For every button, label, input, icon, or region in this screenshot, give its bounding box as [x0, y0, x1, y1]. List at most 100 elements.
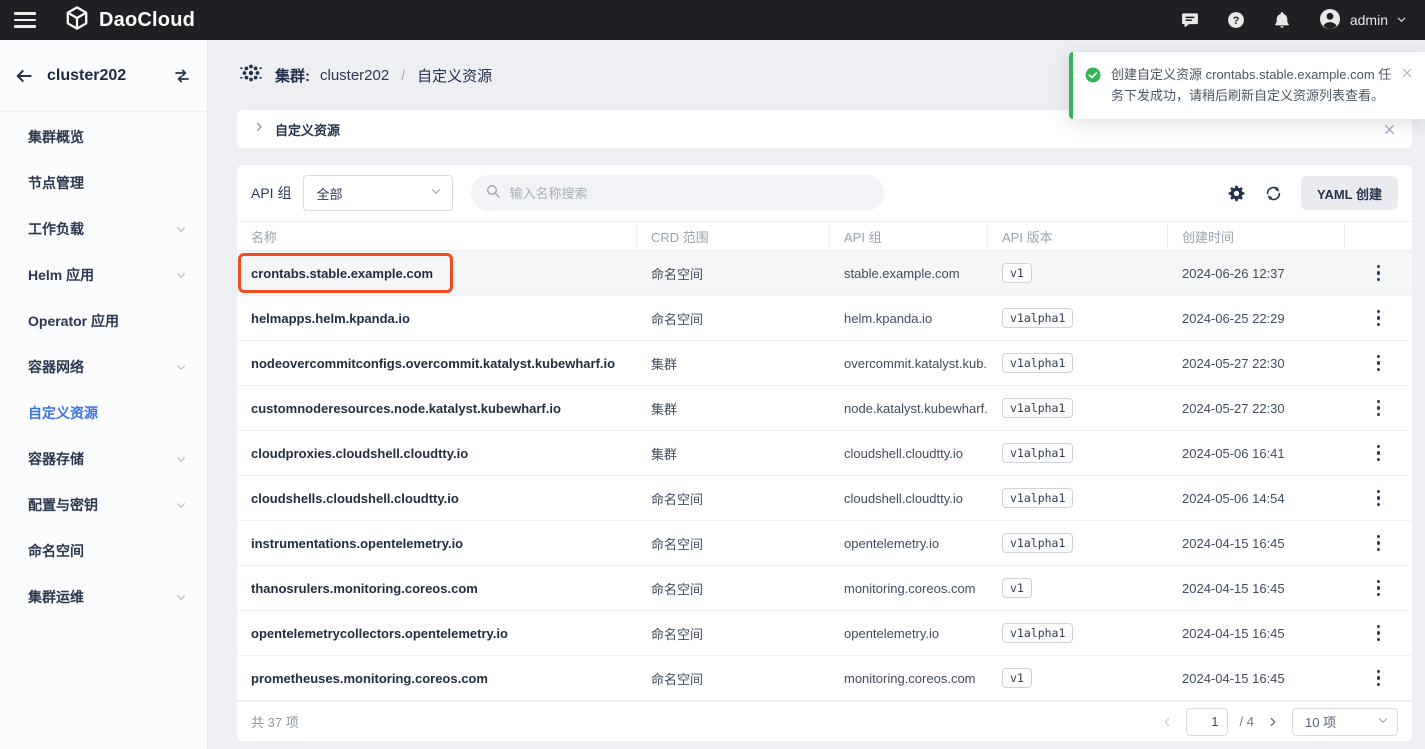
- table-footer: 共 37 项 / 4 10 项: [237, 701, 1412, 741]
- breadcrumb-separator: /: [401, 67, 405, 83]
- api-group-cell: overcommit.katalyst.kub...: [830, 341, 988, 385]
- sidebar-item[interactable]: 容器存储: [0, 436, 207, 482]
- chevron-down-icon: [175, 453, 187, 465]
- chevron-down-icon: [175, 223, 187, 235]
- main-panel: API 组 全部: [237, 165, 1412, 741]
- kebab-menu-icon[interactable]: [1371, 349, 1387, 378]
- api-group-cell: opentelemetry.io: [830, 521, 988, 565]
- api-version-cell: v1alpha1: [988, 431, 1168, 475]
- brand-logo[interactable]: DaoCloud: [64, 5, 195, 36]
- sidebar-item[interactable]: 配置与密钥: [0, 482, 207, 528]
- api-version-cell: v1alpha1: [988, 341, 1168, 385]
- page-size-select[interactable]: 10 项: [1292, 708, 1398, 736]
- name-cell: customnoderesources.node.katalyst.kubewh…: [237, 386, 637, 430]
- api-version-cell: v1alpha1: [988, 296, 1168, 340]
- kebab-menu-icon[interactable]: [1371, 394, 1387, 423]
- crd-scope-cell: 集群: [637, 386, 830, 430]
- table-row[interactable]: prometheuses.monitoring.coreos.com命名空间mo…: [237, 656, 1412, 701]
- pagination: / 4 10 项: [1160, 708, 1398, 736]
- back-arrow-icon[interactable]: [14, 66, 34, 86]
- resource-name-link[interactable]: crontabs.stable.example.com: [251, 266, 433, 281]
- sidebar-item[interactable]: Operator 应用: [0, 298, 207, 344]
- sidebar: cluster202 集群概览节点管理工作负载Helm 应用 Operator 应…: [0, 40, 208, 749]
- table-body: crontabs.stable.example.com命名空间stable.ex…: [237, 251, 1412, 701]
- resource-name-link[interactable]: helmapps.helm.kpanda.io: [251, 311, 410, 326]
- resource-name-link[interactable]: thanosrulers.monitoring.coreos.com: [251, 581, 478, 596]
- api-group-cell: cloudshell.cloudtty.io: [830, 431, 988, 475]
- table-row[interactable]: opentelemetrycollectors.opentelemetry.io…: [237, 611, 1412, 656]
- table-row[interactable]: helmapps.helm.kpanda.io命名空间helm.kpanda.i…: [237, 296, 1412, 341]
- sidebar-item-label: 容器网络: [28, 357, 84, 377]
- kebab-menu-icon[interactable]: [1371, 439, 1387, 468]
- table-row[interactable]: customnoderesources.node.katalyst.kubewh…: [237, 386, 1412, 431]
- search-input[interactable]: [509, 186, 870, 201]
- sidebar-item[interactable]: Helm 应用: [0, 252, 207, 298]
- api-version-badge: v1alpha1: [1002, 353, 1073, 373]
- sidebar-item-label: 配置与密钥: [28, 495, 98, 515]
- search-box[interactable]: [471, 175, 884, 211]
- sidebar-item[interactable]: 命名空间: [0, 528, 207, 574]
- name-cell: cloudproxies.cloudshell.cloudtty.io: [237, 431, 637, 475]
- notifications-bell-icon[interactable]: [1272, 10, 1292, 30]
- table-row[interactable]: cloudshells.cloudshell.cloudtty.io命名空间cl…: [237, 476, 1412, 521]
- sidebar-item[interactable]: 自定义资源: [0, 390, 207, 436]
- table-row[interactable]: crontabs.stable.example.com命名空间stable.ex…: [237, 251, 1412, 296]
- resource-name-link[interactable]: instrumentations.opentelemetry.io: [251, 536, 463, 551]
- switch-cluster-icon[interactable]: [173, 67, 191, 85]
- sidebar-item[interactable]: 工作负载: [0, 206, 207, 252]
- column-header-api-version: API 版本: [988, 222, 1168, 250]
- api-group-label: API 组: [251, 183, 291, 203]
- resource-name-link[interactable]: cloudshells.cloudshell.cloudtty.io: [251, 491, 459, 506]
- resource-name-link[interactable]: opentelemetrycollectors.opentelemetry.io: [251, 626, 508, 641]
- chevron-right-icon[interactable]: [253, 120, 265, 138]
- table-row[interactable]: nodeovercommitconfigs.overcommit.katalys…: [237, 341, 1412, 386]
- menu-toggle-icon[interactable]: [14, 12, 36, 27]
- kebab-menu-icon[interactable]: [1371, 664, 1387, 693]
- messages-icon[interactable]: [1180, 10, 1200, 30]
- toast-close-icon[interactable]: [1401, 67, 1413, 79]
- page-number-input[interactable]: [1186, 708, 1228, 736]
- table-row[interactable]: instrumentations.opentelemetry.io命名空间ope…: [237, 521, 1412, 566]
- settings-gear-icon[interactable]: [1227, 184, 1246, 203]
- created-time-cell: 2024-04-15 16:45: [1168, 566, 1345, 610]
- resource-name-link[interactable]: nodeovercommitconfigs.overcommit.katalys…: [251, 356, 615, 371]
- actions-cell: [1345, 476, 1412, 520]
- kebab-menu-icon[interactable]: [1371, 304, 1387, 333]
- sidebar-item-label: 容器存储: [28, 449, 84, 469]
- sidebar-item[interactable]: 容器网络: [0, 344, 207, 390]
- yaml-create-button[interactable]: YAML 创建: [1301, 176, 1398, 210]
- chevron-down-icon: [175, 591, 187, 603]
- created-time-cell: 2024-05-27 22:30: [1168, 341, 1345, 385]
- sidebar-item[interactable]: 集群运维: [0, 574, 207, 620]
- user-menu[interactable]: admin: [1318, 7, 1407, 34]
- kebab-menu-icon[interactable]: [1371, 574, 1387, 603]
- resource-name-link[interactable]: customnoderesources.node.katalyst.kubewh…: [251, 401, 561, 416]
- sidebar-item-label: 节点管理: [28, 173, 84, 193]
- api-version-cell: v1: [988, 656, 1168, 700]
- help-icon[interactable]: ?: [1226, 10, 1246, 30]
- sidebar-item-label: Operator 应用: [28, 311, 119, 331]
- cluster-name: cluster202: [47, 67, 160, 85]
- tab-title[interactable]: 自定义资源: [275, 120, 340, 139]
- sidebar-item[interactable]: 集群概览: [0, 114, 207, 160]
- resource-name-link[interactable]: cloudproxies.cloudshell.cloudtty.io: [251, 446, 468, 461]
- tab-close-icon[interactable]: [1383, 123, 1396, 136]
- kebab-menu-icon[interactable]: [1371, 259, 1387, 288]
- sidebar-item-label: 集群概览: [28, 127, 84, 147]
- breadcrumb-cluster[interactable]: cluster202: [320, 67, 389, 84]
- api-group-select[interactable]: 全部: [303, 175, 453, 211]
- created-time-cell: 2024-05-06 16:41: [1168, 431, 1345, 475]
- next-page-icon[interactable]: [1266, 715, 1280, 729]
- created-time-cell: 2024-04-15 16:45: [1168, 656, 1345, 700]
- name-cell: crontabs.stable.example.com: [237, 251, 637, 295]
- kebab-menu-icon[interactable]: [1371, 619, 1387, 648]
- resource-name-link[interactable]: prometheuses.monitoring.coreos.com: [251, 671, 488, 686]
- kebab-menu-icon[interactable]: [1371, 529, 1387, 558]
- kebab-menu-icon[interactable]: [1371, 484, 1387, 513]
- table-row[interactable]: cloudproxies.cloudshell.cloudtty.io集群clo…: [237, 431, 1412, 476]
- previous-page-icon[interactable]: [1160, 715, 1174, 729]
- table-row[interactable]: thanosrulers.monitoring.coreos.com命名空间mo…: [237, 566, 1412, 611]
- sidebar-menu: 集群概览节点管理工作负载Helm 应用 Operator 应用容器网络自定义资源容…: [0, 112, 207, 620]
- refresh-icon[interactable]: [1264, 184, 1283, 203]
- sidebar-item[interactable]: 节点管理: [0, 160, 207, 206]
